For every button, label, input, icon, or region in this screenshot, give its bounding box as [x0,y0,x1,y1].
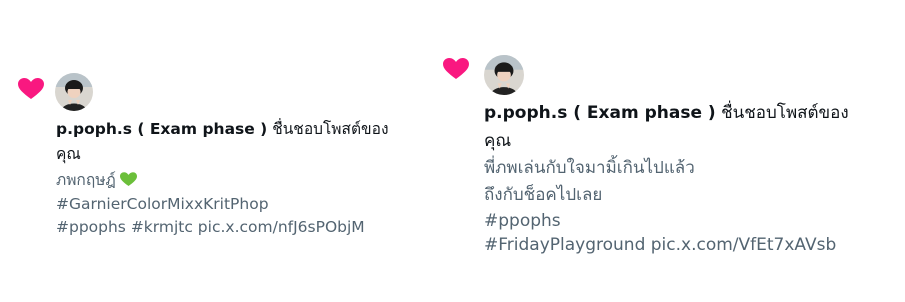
green-heart-icon [119,172,137,187]
heart-icon [18,78,44,99]
post-text-line: ถึงกับช็อคไปเลย [484,185,603,205]
hashtag-line[interactable]: #ppophs [484,208,561,234]
hashtag-link-line[interactable]: #ppophs #krmjtc pic.x.com/nfJ6sPObjM [56,215,365,240]
username[interactable]: p.poph.s ( Exam phase ) [56,120,267,138]
hashtag-line[interactable]: #GarnierColorMixxKritPhop [56,192,269,217]
avatar[interactable] [55,73,93,111]
post-text-line: ภพกฤษฎ์ [56,168,137,193]
hashtag-link-line[interactable]: #FridayPlayground pic.x.com/VfEt7xAVsb [484,232,836,258]
post-text-line: พี่ภพเล่นกับใจมามิ้เกินไปแล้ว [484,158,695,178]
avatar[interactable] [484,55,524,95]
action-text-continued: คุณ [484,131,512,151]
action-text: ชื่นชอบโพสต์ของ [272,120,389,138]
notification-headline: p.poph.s ( Exam phase ) ชื่นชอบโพสต์ของ [56,117,389,142]
action-text: ชื่นชอบโพสต์ของ [721,103,849,123]
action-text-continued: คุณ [56,145,81,163]
username[interactable]: p.poph.s ( Exam phase ) [484,103,716,123]
heart-icon [443,58,469,79]
notification-headline: p.poph.s ( Exam phase ) ชื่นชอบโพสต์ของ [484,100,849,126]
